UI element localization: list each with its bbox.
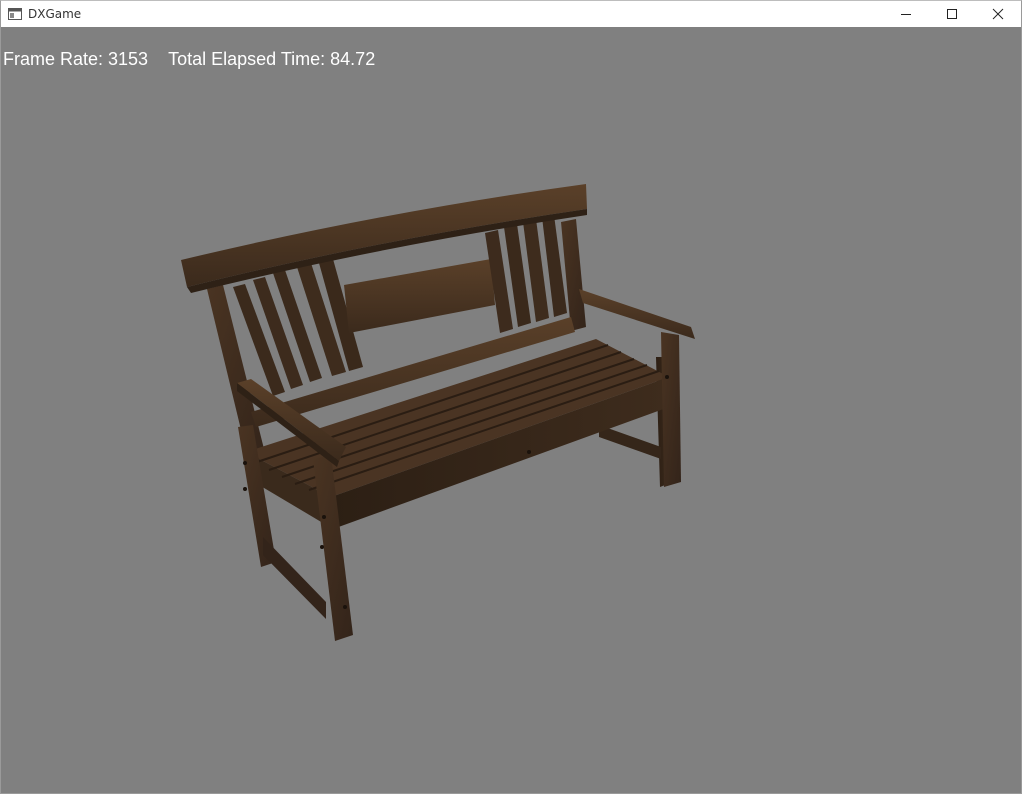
minimize-icon: [901, 14, 911, 15]
window-controls: [883, 1, 1021, 27]
maximize-icon: [947, 9, 957, 19]
minimize-button[interactable]: [883, 1, 929, 27]
hud-overlay: Frame Rate: 3153 Total Elapsed Time: 84.…: [3, 49, 375, 70]
app-window: DXGame Frame Rate: 3153 Total Elapsed Ti…: [0, 0, 1022, 794]
elapsed-time-text: Total Elapsed Time: 84.72: [168, 49, 376, 69]
bench-model: [181, 184, 695, 641]
frame-rate-text: Frame Rate: 3153: [3, 49, 149, 69]
window-title: DXGame: [28, 7, 82, 21]
close-button[interactable]: [975, 1, 1021, 27]
app-icon: [8, 7, 22, 21]
maximize-button[interactable]: [929, 1, 975, 27]
close-icon: [992, 8, 1004, 20]
title-bar[interactable]: DXGame: [1, 1, 1021, 27]
render-viewport[interactable]: Frame Rate: 3153 Total Elapsed Time: 84.…: [1, 27, 1021, 793]
